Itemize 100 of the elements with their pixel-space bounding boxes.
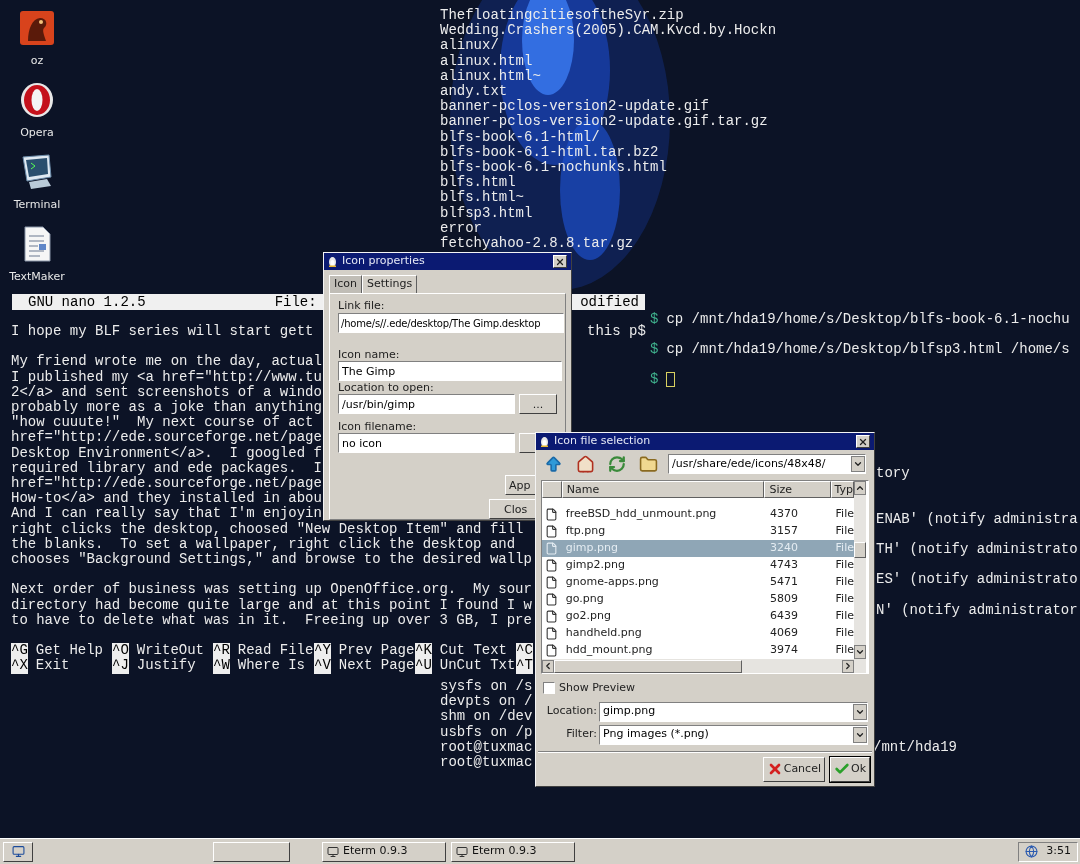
column-header[interactable]: Name xyxy=(561,481,765,498)
file-size: 3157 xyxy=(769,523,800,540)
start-button[interactable] xyxy=(3,841,33,862)
dropdown-button[interactable] xyxy=(853,726,867,743)
shortcut-label: Cut Text xyxy=(439,643,508,659)
file-icon xyxy=(545,525,559,538)
combo-box[interactable]: Png images (*.png) xyxy=(599,724,868,745)
scroll-thumb[interactable] xyxy=(554,659,742,673)
scroll-thumb[interactable] xyxy=(854,542,866,558)
input-field[interactable]: The Gimp xyxy=(338,361,562,381)
combo-box[interactable]: /usr/share/ede/icons/48x48/ xyxy=(668,454,866,474)
refresh-icon[interactable] xyxy=(608,455,626,473)
dropdown-button[interactable] xyxy=(853,703,867,720)
field-label: Icon filename: xyxy=(338,420,417,433)
shortcut-label: Get Help xyxy=(35,643,104,659)
command-line: cp /mnt/hda19/home/s/Desktop/blfsp3.html /home/s xyxy=(666,342,1070,358)
shortcut-key: ^T xyxy=(516,658,533,674)
icon-label[interactable]: TextMaker xyxy=(9,269,65,286)
shortcut-label: UnCut Txt xyxy=(439,658,516,674)
input-field[interactable]: /usr/bin/gimp xyxy=(338,394,515,414)
terminal-line: tory xyxy=(876,466,911,482)
shortcut-label: Read File xyxy=(237,643,314,659)
terminal-line: blfs-book-6.1-html/ xyxy=(440,129,601,145)
taskbar-button[interactable]: Eterm 0.9.3 xyxy=(322,841,446,862)
file-name: hdd_mount.png xyxy=(564,642,654,659)
terminal-line: N' (notify administrator xyxy=(876,602,1078,618)
input-field[interactable]: /home/s//.ede/desktop/The Gimp.desktop xyxy=(338,313,564,333)
combo-value: Png images (*.png) xyxy=(602,726,710,743)
text-line: I hope my BLF series will start gett xyxy=(11,324,314,340)
text-line: And I can really say that I'm enjoyin xyxy=(11,506,322,522)
close-icon xyxy=(858,436,868,447)
home-icon[interactable] xyxy=(576,454,595,474)
combo-value: gimp.png xyxy=(602,703,657,720)
file-type: File xyxy=(834,625,854,642)
terminal-line: error xyxy=(440,220,482,236)
text-line: the blanks. To set a wallpaper, right click the desktop and xyxy=(11,536,516,552)
tab[interactable]: Settings xyxy=(362,275,418,293)
dropdown-button[interactable] xyxy=(851,456,865,472)
document-icon xyxy=(22,226,52,262)
terminal-line: root@tuxmac xyxy=(440,739,533,755)
text-line: I published my <a href="http://www.tu xyxy=(11,369,322,385)
tab[interactable]: Icon xyxy=(329,275,362,293)
input-field[interactable]: no icon xyxy=(338,433,515,453)
shortcut-key: ^J xyxy=(112,658,129,674)
vertical-scrollbar[interactable] xyxy=(854,481,866,673)
terminal-line: root@tuxmac xyxy=(440,755,533,771)
file-name: gnome-apps.png xyxy=(564,574,660,591)
cancel-button[interactable]: Cancel xyxy=(762,756,825,782)
file-icon xyxy=(545,644,559,657)
chevron-down-icon xyxy=(855,647,865,657)
terminal-line: blfs.html~ xyxy=(440,190,525,206)
terminal-line: ES' (notify administrato xyxy=(876,572,1078,588)
shortcut-key: ^K xyxy=(415,643,432,659)
icon-label[interactable]: Opera xyxy=(20,125,54,142)
file-type: File xyxy=(834,506,854,523)
modified-status: odified xyxy=(580,292,639,312)
shortcut-label: WriteOut xyxy=(136,643,205,659)
taskbar-button[interactable]: Eterm 0.9.3 xyxy=(451,841,575,862)
file-size: 3240 xyxy=(769,540,800,557)
column-header[interactable]: Size xyxy=(764,481,831,498)
close-button[interactable] xyxy=(553,255,567,268)
text-line: "how cuuute!" My next course of act xyxy=(11,415,314,431)
field-label: Location to open: xyxy=(338,381,434,394)
close-button[interactable] xyxy=(856,435,870,448)
editor-title: GNU nano 1.2.5 xyxy=(28,292,146,312)
text-line: required library and ede packages. I xyxy=(11,460,322,476)
text-line: 2</a> and sent screenshots of a windo xyxy=(11,384,322,400)
text-line: probably more as a joke than anything xyxy=(11,400,322,415)
icon-label[interactable]: oz xyxy=(30,53,44,70)
column-header[interactable]: Typ xyxy=(830,481,854,498)
text-line: Desktop Environment</a>. I googled f xyxy=(11,445,322,461)
file-size: 4370 xyxy=(769,506,800,523)
shortcut-label: Exit xyxy=(35,658,70,674)
field-label: Icon name: xyxy=(338,348,400,361)
file-icon xyxy=(545,508,559,521)
taskbar-button[interactable] xyxy=(213,841,290,862)
chevron-up-icon xyxy=(855,483,865,493)
globe-icon[interactable] xyxy=(1025,845,1039,858)
ok-button[interactable]: Ok xyxy=(829,756,870,782)
prompt: $ xyxy=(650,310,659,330)
shortcut-key: ^W xyxy=(213,658,230,674)
shortcut-key: ^R xyxy=(213,643,230,659)
icon-label[interactable]: Terminal xyxy=(13,197,61,214)
terminal-line: /mnt/hda19 xyxy=(873,740,957,756)
window-title: Icon properties xyxy=(342,253,425,270)
field-label: Location: xyxy=(545,703,598,720)
terminal-line: ENAB' (notify administra xyxy=(876,511,1078,527)
horizontal-scrollbar[interactable] xyxy=(542,659,854,673)
file-icon xyxy=(545,610,559,623)
browse-button[interactable]: ... xyxy=(518,394,557,414)
cursor xyxy=(666,372,676,388)
up-arrow-icon[interactable] xyxy=(544,454,563,474)
shortcut-label: Next Page xyxy=(338,658,415,674)
file-name: handheld.png xyxy=(564,625,643,642)
terminal-line: blfs-book-6.1-nochunks.html xyxy=(440,160,668,176)
text-line: directory had become quite large and at this point I found I w xyxy=(11,597,532,613)
checkbox[interactable] xyxy=(543,682,555,695)
terminal-line: banner-pclos-version2-update.gif xyxy=(440,99,709,115)
chevron-down-icon xyxy=(853,459,863,469)
combo-box[interactable]: gimp.png xyxy=(599,701,868,722)
